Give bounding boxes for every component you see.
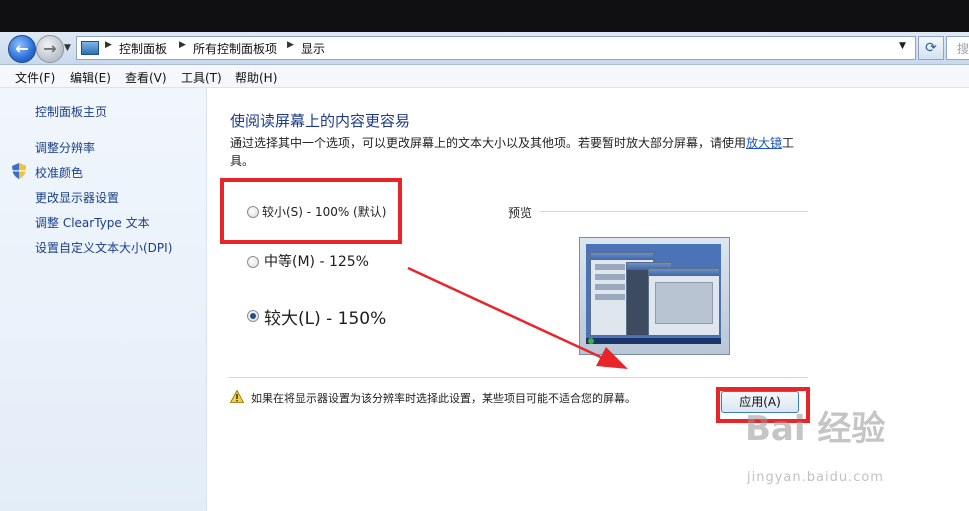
preview-monitor-image [579,237,730,355]
refresh-button[interactable]: ⟳ [918,36,944,60]
sidebar-item-home[interactable]: 控制面板主页 [35,103,107,120]
menu-view[interactable]: 查看(V) [125,69,167,86]
menu-tools[interactable]: 工具(T) [181,69,222,86]
preview-label: 预览 [508,206,533,220]
radio-larger[interactable] [247,310,259,322]
address-dropdown-icon[interactable]: ▼ [899,41,906,51]
breadcrumb-separator-icon[interactable]: ▶ [287,40,294,50]
breadcrumb-separator-icon[interactable]: ▶ [179,40,186,50]
menu-file[interactable]: 文件(F) [15,69,55,86]
warning-text: 如果在将显示器设置为该分辨率时选择此设置，某些项目可能不适合您的屏幕。 [251,392,636,405]
option-medium-label[interactable]: 中等(M) - 125% [264,251,369,271]
preview-screen [586,244,721,344]
warning-icon [230,390,244,403]
sidebar: 控制面板主页 调整分辨率 校准颜色 更改显示器设置 调整 ClearType 文… [0,88,207,511]
refresh-icon: ⟳ [925,40,937,56]
preview-taskbar [586,338,721,344]
section-divider [228,377,808,378]
preview-window-front [648,268,720,336]
address-toolbar: ← → ▼ ▶ 控制面板 ▶ 所有控制面板项 ▶ 显示 ▼ ⟳ 搜 [0,32,969,65]
preview-start-orb-icon [588,338,594,344]
breadcrumb-separator-icon[interactable]: ▶ [105,40,112,50]
sidebar-item-custom-dpi[interactable]: 设置自定义文本大小(DPI) [35,239,172,256]
preview-divider [540,211,808,212]
back-button[interactable]: ← [8,35,36,63]
radio-medium[interactable] [247,256,259,268]
back-arrow-icon: ← [15,39,29,58]
address-bar[interactable]: ▶ 控制面板 ▶ 所有控制面板项 ▶ 显示 ▼ [76,36,916,60]
breadcrumb-control-panel[interactable]: 控制面板 [119,40,167,57]
description-text: 通过选择其中一个选项，可以更改屏幕上的文本大小以及其他项。若要暂时放大部分屏幕，… [230,136,747,150]
sidebar-item-resolution[interactable]: 调整分辨率 [35,139,95,156]
menu-help[interactable]: 帮助(H) [235,69,277,86]
sidebar-item-calibrate[interactable]: 校准颜色 [35,164,83,181]
highlight-box-smaller-option [220,178,402,244]
sidebar-item-cleartype[interactable]: 调整 ClearType 文本 [35,214,150,231]
control-panel-icon [81,41,99,55]
magnifier-link[interactable]: 放大镜 [746,136,782,150]
page-description: 通过选择其中一个选项，可以更改屏幕上的文本大小以及其他项。若要暂时放大部分屏幕，… [230,134,805,170]
menu-edit[interactable]: 编辑(E) [70,69,111,86]
uac-shield-icon [12,163,26,179]
baidu-watermark-url: jingyan.baidu.com [747,470,884,485]
page-title: 使阅读屏幕上的内容更容易 [230,112,411,130]
menu-bar: 文件(F) 编辑(E) 查看(V) 工具(T) 帮助(H) [0,65,969,88]
search-input[interactable]: 搜 [946,36,969,60]
forward-button[interactable]: → [36,35,64,63]
breadcrumb-all-items[interactable]: 所有控制面板项 [193,40,277,57]
search-placeholder: 搜 [957,42,969,56]
window-title-strip [0,0,969,32]
recent-pages-dropdown-icon[interactable]: ▼ [64,43,71,53]
baidu-watermark-logo: Bai 经验 [745,409,886,449]
breadcrumb-display[interactable]: 显示 [301,40,325,57]
sidebar-item-display-settings[interactable]: 更改显示器设置 [35,189,119,206]
option-larger-label[interactable]: 较大(L) - 150% [264,304,386,329]
forward-arrow-icon: → [43,39,57,58]
